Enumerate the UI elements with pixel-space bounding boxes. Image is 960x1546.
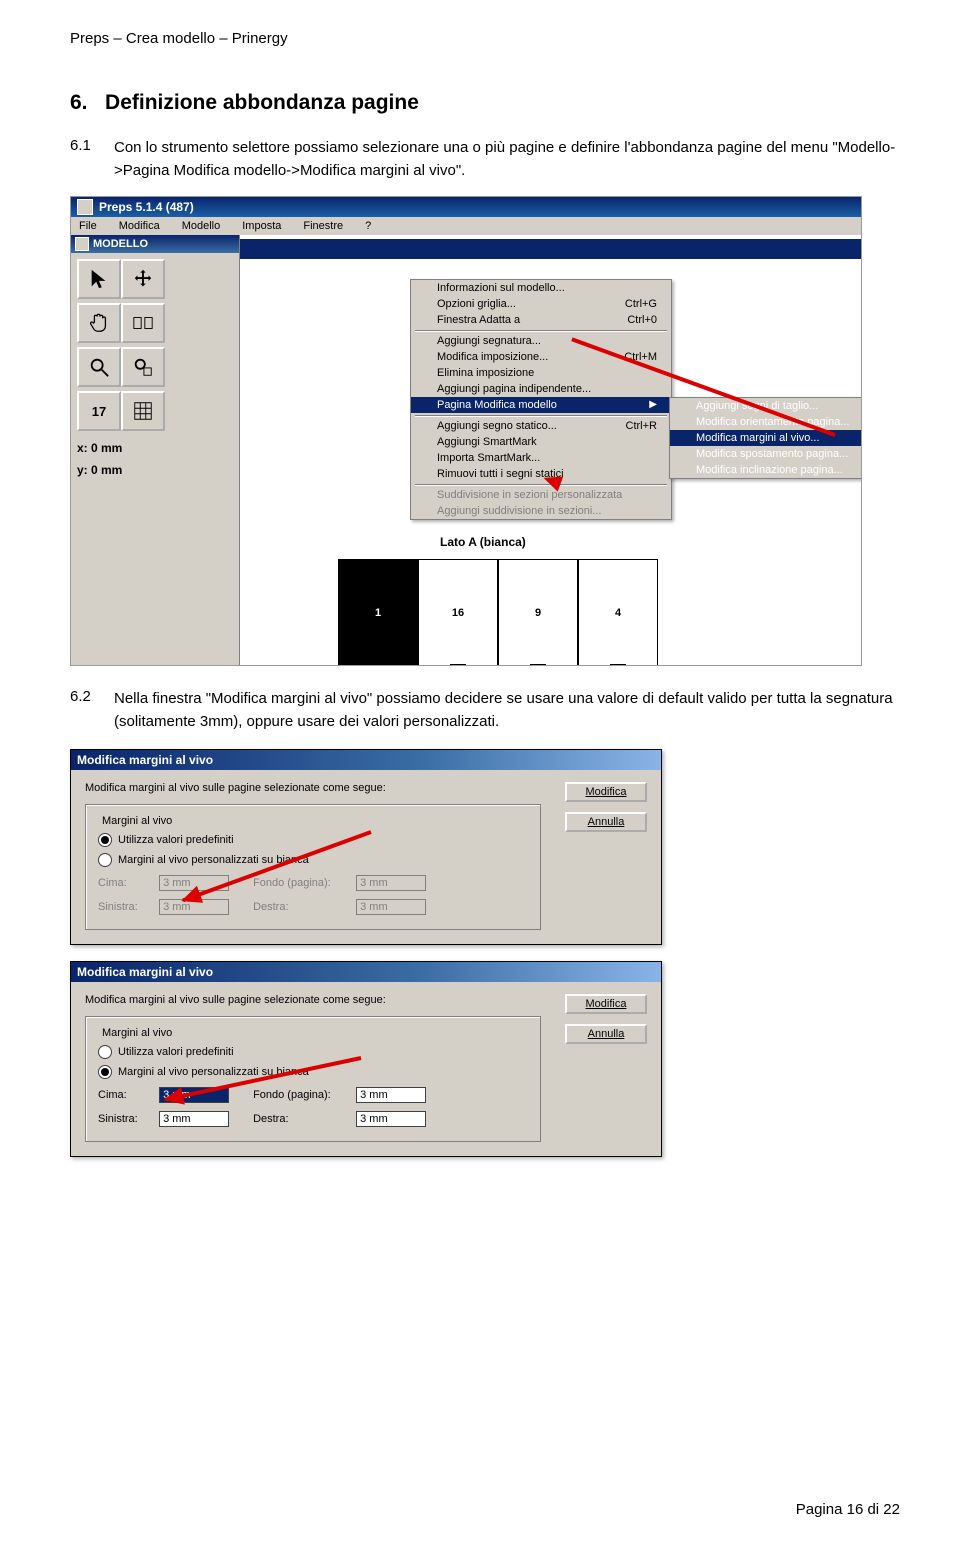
dialog-bleed-custom: Modifica margini al vivo Modifica margin… bbox=[70, 961, 662, 1157]
submenu-orient[interactable]: Modifica orientamento pagina... bbox=[670, 414, 862, 430]
menu-item-addsig[interactable]: Aggiungi segnatura... bbox=[411, 333, 671, 349]
menu-item-addsub: Aggiungi suddivisione in sezioni... bbox=[411, 503, 671, 519]
bottom-label: Fondo (pagina): bbox=[253, 1089, 353, 1101]
menu-help[interactable]: ? bbox=[361, 219, 375, 233]
menu-finestre[interactable]: Finestre bbox=[299, 219, 347, 233]
side-label: Lato A (bianca) bbox=[440, 535, 526, 549]
fieldset-margins: Margini al vivo Utilizza valori predefin… bbox=[85, 804, 541, 930]
section-number: 6. bbox=[70, 91, 88, 114]
dialog-bleed-default: Modifica margini al vivo Modifica margin… bbox=[70, 749, 662, 945]
para-text: Con lo strumento selettore possiamo sele… bbox=[114, 137, 900, 182]
submenu-tilt[interactable]: Modifica inclinazione pagina... bbox=[670, 462, 862, 478]
app-title: Preps 5.1.4 (487) bbox=[99, 200, 194, 214]
menu-item-addsmart[interactable]: Aggiungi SmartMark bbox=[411, 434, 671, 450]
dialog-instruction: Modifica margini al vivo sulle pagine se… bbox=[85, 994, 647, 1006]
page-thumb[interactable]: 9 bbox=[498, 559, 578, 666]
doc-header: Preps – Crea modello – Prinergy bbox=[70, 30, 900, 47]
radio-default-label: Utilizza valori predefiniti bbox=[118, 834, 234, 846]
modello-icon bbox=[75, 237, 89, 251]
bottom-input: 3 mm bbox=[356, 875, 426, 891]
top-label: Cima: bbox=[98, 1089, 156, 1101]
tool-move[interactable] bbox=[121, 259, 165, 299]
app-icon bbox=[77, 199, 93, 215]
left-label: Sinistra: bbox=[98, 901, 156, 913]
dialog-title: Modifica margini al vivo bbox=[71, 750, 661, 770]
radio-default[interactable] bbox=[98, 1045, 112, 1059]
radio-default[interactable] bbox=[98, 833, 112, 847]
tool-number[interactable]: 17 bbox=[77, 391, 121, 431]
cancel-button[interactable]: Annulla bbox=[565, 1024, 647, 1044]
fieldset-legend: Margini al vivo bbox=[98, 815, 176, 827]
app-titlebar: Preps 5.1.4 (487) bbox=[71, 197, 861, 217]
tool-hand[interactable] bbox=[77, 303, 121, 343]
radio-custom[interactable] bbox=[98, 853, 112, 867]
menu-modello[interactable]: Modello bbox=[178, 219, 225, 233]
menubar[interactable]: File Modifica Modello Imposta Finestre ? bbox=[71, 217, 861, 235]
modify-button[interactable]: Modifica bbox=[565, 994, 647, 1014]
page-footer: Pagina 16 di 22 bbox=[796, 1501, 900, 1518]
canvas-topbar bbox=[240, 239, 861, 259]
bottom-input[interactable]: 3 mm bbox=[356, 1087, 426, 1103]
para-text: Nella finestra "Modifica margini al vivo… bbox=[114, 688, 900, 733]
menu-file[interactable]: File bbox=[75, 219, 101, 233]
menu-item-grid[interactable]: Opzioni griglia...Ctrl+G bbox=[411, 296, 671, 312]
page-strip: 1 16 9 4 bbox=[338, 559, 658, 666]
right-input[interactable]: 3 mm bbox=[356, 1111, 426, 1127]
para-number: 6.2 bbox=[70, 688, 114, 733]
left-label: Sinistra: bbox=[98, 1113, 156, 1125]
modello-label: MODELLO bbox=[93, 238, 148, 250]
top-label: Cima: bbox=[98, 877, 156, 889]
radio-custom[interactable] bbox=[98, 1065, 112, 1079]
dialog-title: Modifica margini al vivo bbox=[71, 962, 661, 982]
left-input[interactable]: 3 mm bbox=[159, 1111, 229, 1127]
tool-arrow[interactable] bbox=[77, 259, 121, 299]
fieldset-margins: Margini al vivo Utilizza valori predefin… bbox=[85, 1016, 541, 1142]
right-label: Destra: bbox=[253, 1113, 353, 1125]
coord-y: y: 0 mm bbox=[71, 459, 239, 481]
tool-grid2-icon[interactable] bbox=[121, 391, 165, 431]
para-number: 6.1 bbox=[70, 137, 114, 182]
menu-item-subdiv: Suddivisione in sezioni personalizzata bbox=[411, 487, 671, 503]
page-thumb[interactable]: 4 bbox=[578, 559, 658, 666]
right-input: 3 mm bbox=[356, 899, 426, 915]
tool-zoom[interactable] bbox=[77, 347, 121, 387]
tool-grid-icon[interactable] bbox=[121, 303, 165, 343]
menu-item-info[interactable]: Informazioni sul modello... bbox=[411, 280, 671, 296]
canvas-area: Informazioni sul modello... Opzioni grig… bbox=[240, 235, 861, 665]
tool-panel: MODELLO bbox=[71, 235, 240, 665]
coord-x: x: 0 mm bbox=[71, 437, 239, 459]
right-label: Destra: bbox=[253, 901, 353, 913]
tool-zoomfit[interactable] bbox=[121, 347, 165, 387]
modify-button[interactable]: Modifica bbox=[565, 782, 647, 802]
dialog-instruction: Modifica margini al vivo sulle pagine se… bbox=[85, 782, 647, 794]
menu-imposta[interactable]: Imposta bbox=[238, 219, 285, 233]
menu-item-pagemod[interactable]: Pagina Modifica modello▶ Aggiungi segni … bbox=[411, 397, 671, 413]
section-title: Definizione abbondanza pagine bbox=[105, 91, 419, 114]
submenu-shift[interactable]: Modifica spostamento pagina... bbox=[670, 446, 862, 462]
radio-default-label: Utilizza valori predefiniti bbox=[118, 1046, 234, 1058]
menu-item-delimp[interactable]: Elimina imposizione bbox=[411, 365, 671, 381]
bottom-label: Fondo (pagina): bbox=[253, 877, 353, 889]
menu-modifica[interactable]: Modifica bbox=[115, 219, 164, 233]
menu-item-fit[interactable]: Finestra Adatta aCtrl+0 bbox=[411, 312, 671, 328]
cancel-button[interactable]: Annulla bbox=[565, 812, 647, 832]
page-thumb[interactable]: 16 bbox=[418, 559, 498, 666]
section-heading: 6. Definizione abbondanza pagine bbox=[70, 91, 900, 115]
menu-item-addind[interactable]: Aggiungi pagina indipendente... bbox=[411, 381, 671, 397]
menu-item-addstat[interactable]: Aggiungi segno statico...Ctrl+R bbox=[411, 418, 671, 434]
screenshot-preps-window: Preps 5.1.4 (487) File Modifica Modello … bbox=[70, 196, 862, 666]
page-thumb-selected[interactable]: 1 bbox=[338, 559, 418, 666]
fieldset-legend: Margini al vivo bbox=[98, 1027, 176, 1039]
modello-bar: MODELLO bbox=[71, 235, 239, 253]
menu-item-impsmart[interactable]: Importa SmartMark... bbox=[411, 450, 671, 466]
menu-item-remstat[interactable]: Rimuovi tutti i segni statici bbox=[411, 466, 671, 482]
